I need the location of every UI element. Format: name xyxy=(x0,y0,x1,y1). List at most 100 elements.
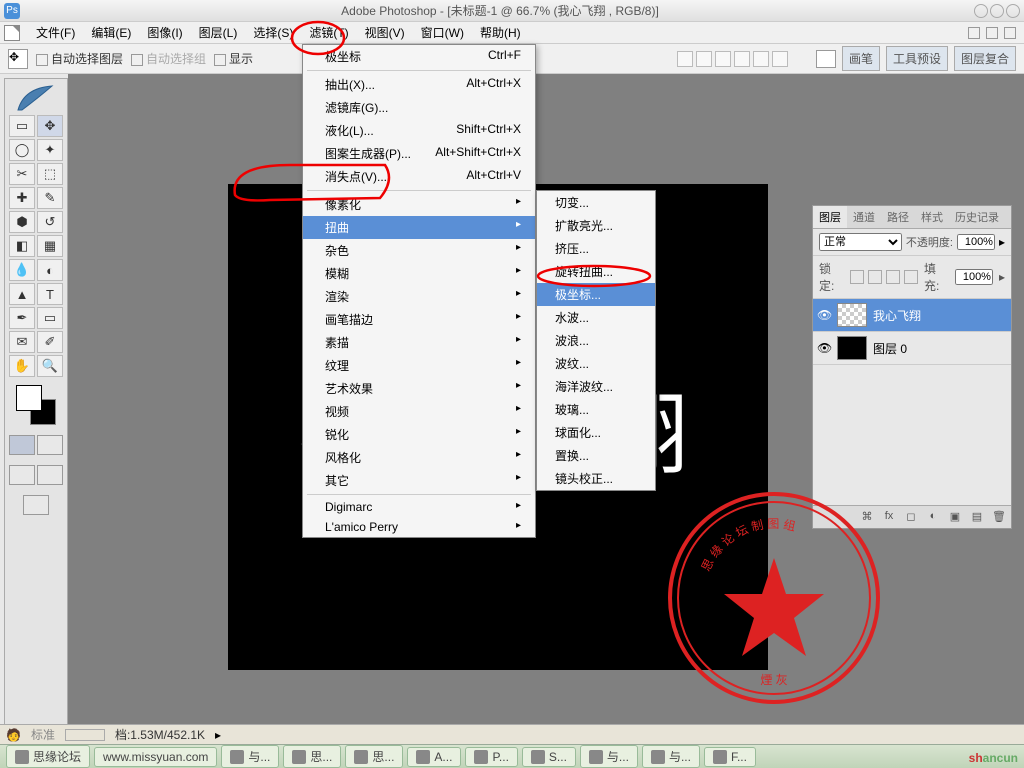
menu-view[interactable]: 视图(V) xyxy=(357,22,413,43)
doc-info-arrow-icon[interactable]: ▸ xyxy=(215,728,221,742)
blend-mode-select[interactable]: 正常 xyxy=(819,233,902,251)
distort-submenu-item[interactable]: 旋转扭曲... xyxy=(537,260,655,283)
distort-submenu-item[interactable]: 置换... xyxy=(537,444,655,467)
menu-filter[interactable]: 滤镜(T) xyxy=(301,22,356,43)
doc-minimize-icon[interactable] xyxy=(968,27,980,39)
hand-tool[interactable]: ✋ xyxy=(9,355,35,377)
filter-menu-item[interactable]: 极坐标Ctrl+F xyxy=(303,45,535,68)
foreground-swatch[interactable] xyxy=(16,385,42,411)
notes-tool[interactable]: ✉ xyxy=(9,331,35,353)
type-tool[interactable]: T xyxy=(37,283,63,305)
palette-well-icon[interactable] xyxy=(816,50,836,68)
distort-submenu-item[interactable]: 切变... xyxy=(537,191,655,214)
eraser-tool[interactable]: ◧ xyxy=(9,235,35,257)
move-tool[interactable]: ✥ xyxy=(37,115,63,137)
doc-maximize-icon[interactable] xyxy=(986,27,998,39)
distort-submenu-item[interactable]: 波浪... xyxy=(537,329,655,352)
tab-channels[interactable]: 通道 xyxy=(847,206,881,228)
menu-layer[interactable]: 图层(L) xyxy=(191,22,246,43)
link-layers-icon[interactable]: ⌘ xyxy=(859,510,875,524)
lock-paint-icon[interactable] xyxy=(868,270,882,284)
taskbar-item[interactable]: 思... xyxy=(345,745,403,768)
fill-input[interactable] xyxy=(955,269,993,285)
lock-all-icon[interactable] xyxy=(904,270,918,284)
align-left-icon[interactable] xyxy=(734,51,750,67)
align-vcenter-icon[interactable] xyxy=(696,51,712,67)
distort-submenu-item[interactable]: 镜头校正... xyxy=(537,467,655,490)
filter-menu-item[interactable]: Digimarc xyxy=(303,497,535,517)
filter-menu-item[interactable]: 其它 xyxy=(303,469,535,492)
layer-row[interactable]: 👁 图层 0 xyxy=(813,332,1011,365)
brush-tool[interactable]: ✎ xyxy=(37,187,63,209)
align-top-icon[interactable] xyxy=(677,51,693,67)
tab-styles[interactable]: 样式 xyxy=(915,206,949,228)
filter-menu-item[interactable]: 扭曲 xyxy=(303,216,535,239)
distort-submenu-item[interactable]: 扩散亮光... xyxy=(537,214,655,237)
menu-help[interactable]: 帮助(H) xyxy=(472,22,529,43)
history-brush-tool[interactable]: ↺ xyxy=(37,211,63,233)
align-bottom-icon[interactable] xyxy=(715,51,731,67)
filter-menu-item[interactable]: 风格化 xyxy=(303,446,535,469)
crop-tool[interactable]: ✂ xyxy=(9,163,35,185)
tab-brushes[interactable]: 画笔 xyxy=(842,46,880,71)
heal-tool[interactable]: ✚ xyxy=(9,187,35,209)
doc-close-icon[interactable] xyxy=(1004,27,1016,39)
maximize-icon[interactable] xyxy=(990,4,1004,18)
filter-menu-item[interactable]: 图案生成器(P)...Alt+Shift+Ctrl+X xyxy=(303,142,535,165)
layer-mask-icon[interactable]: ◻ xyxy=(903,510,919,524)
eyedropper-tool[interactable]: ✐ xyxy=(37,331,63,353)
lock-move-icon[interactable] xyxy=(886,270,900,284)
slice-tool[interactable]: ⬚ xyxy=(37,163,63,185)
tab-layer-comps[interactable]: 图层复合 xyxy=(954,46,1016,71)
taskbar-item[interactable]: 与... xyxy=(642,745,700,768)
filter-menu-item[interactable]: 画笔描边 xyxy=(303,308,535,331)
distort-submenu-item[interactable]: 挤压... xyxy=(537,237,655,260)
visibility-eye-icon[interactable]: 👁 xyxy=(817,341,831,355)
filter-menu-item[interactable]: 纹理 xyxy=(303,354,535,377)
tab-tool-presets[interactable]: 工具预设 xyxy=(886,46,948,71)
zoom-mode[interactable]: 标准 xyxy=(31,726,55,743)
shape-tool[interactable]: ▭ xyxy=(37,307,63,329)
taskbar-item[interactable]: A... xyxy=(407,747,461,767)
filter-menu-item[interactable]: L'amico Perry xyxy=(303,517,535,537)
filter-menu-item[interactable]: 素描 xyxy=(303,331,535,354)
menu-image[interactable]: 图像(I) xyxy=(139,22,190,43)
menu-edit[interactable]: 编辑(E) xyxy=(83,22,139,43)
auto-select-layer-checkbox[interactable] xyxy=(36,54,48,66)
opacity-arrow-icon[interactable]: ▸ xyxy=(999,235,1005,249)
filter-menu-item[interactable]: 像素化 xyxy=(303,193,535,216)
color-swatches[interactable] xyxy=(16,385,56,425)
zoom-tool[interactable]: 🔍 xyxy=(37,355,63,377)
show-transform-checkbox[interactable] xyxy=(214,54,226,66)
lasso-tool[interactable]: ◯ xyxy=(9,139,35,161)
menu-select[interactable]: 选择(S) xyxy=(245,22,301,43)
group-icon[interactable]: ▣ xyxy=(947,510,963,524)
distort-submenu-item[interactable]: 极坐标... xyxy=(537,283,655,306)
filter-menu-item[interactable]: 艺术效果 xyxy=(303,377,535,400)
menu-file[interactable]: 文件(F) xyxy=(28,22,83,43)
blur-tool[interactable]: 💧 xyxy=(9,259,35,281)
taskbar-item[interactable]: 与... xyxy=(580,745,638,768)
standard-mode-icon[interactable] xyxy=(9,435,35,455)
tab-history[interactable]: 历史记录 xyxy=(949,206,1005,228)
visibility-eye-icon[interactable]: 👁 xyxy=(817,308,831,322)
stamp-tool[interactable]: ⬢ xyxy=(9,211,35,233)
screen-mode-1-icon[interactable] xyxy=(9,465,35,485)
path-select-tool[interactable]: ▲ xyxy=(9,283,35,305)
taskbar-item[interactable]: www.missyuan.com xyxy=(94,747,217,767)
layer-style-icon[interactable]: fx xyxy=(881,510,897,524)
filter-menu-item[interactable]: 视频 xyxy=(303,400,535,423)
taskbar-item[interactable]: 思缘论坛 xyxy=(6,745,90,768)
taskbar-item[interactable]: F... xyxy=(704,747,756,767)
distort-submenu-item[interactable]: 波纹... xyxy=(537,352,655,375)
close-icon[interactable] xyxy=(1006,4,1020,18)
move-tool-icon[interactable]: ✥ xyxy=(8,49,28,69)
zoom-slider[interactable] xyxy=(65,729,105,741)
align-right-icon[interactable] xyxy=(772,51,788,67)
filter-menu-item[interactable]: 抽出(X)...Alt+Ctrl+X xyxy=(303,73,535,96)
distort-submenu-item[interactable]: 水波... xyxy=(537,306,655,329)
distort-submenu-item[interactable]: 海洋波纹... xyxy=(537,375,655,398)
minimize-icon[interactable] xyxy=(974,4,988,18)
wand-tool[interactable]: ✦ xyxy=(37,139,63,161)
filter-menu-item[interactable]: 锐化 xyxy=(303,423,535,446)
